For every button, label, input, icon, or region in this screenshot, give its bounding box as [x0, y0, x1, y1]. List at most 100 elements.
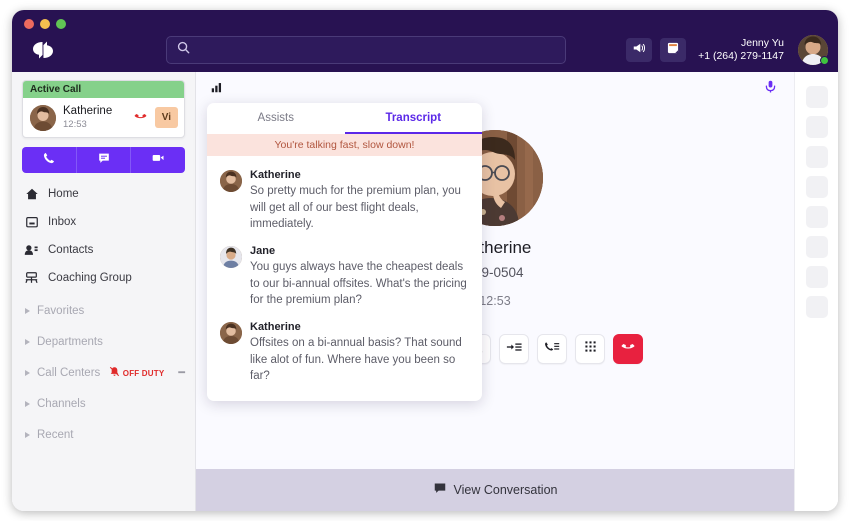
message-speaker: Jane	[250, 245, 276, 258]
speaker-avatar	[220, 246, 242, 269]
search-bar[interactable]	[166, 36, 566, 64]
inbox-icon	[24, 215, 39, 229]
maximize-window-button[interactable]	[56, 19, 66, 29]
message-text: So pretty much for the premium plan, you…	[250, 185, 461, 231]
active-call-banner: Active Call	[23, 81, 184, 98]
rail-tile[interactable]	[805, 116, 828, 138]
hangup-icon[interactable]	[133, 108, 148, 128]
megaphone-button[interactable]	[626, 38, 653, 62]
message-speaker: Katherine	[250, 169, 301, 181]
sidebar-section-favorites[interactable]: Favorites	[22, 303, 185, 319]
call-options-button[interactable]	[537, 334, 567, 364]
close-window-button[interactable]	[24, 19, 34, 29]
message-button[interactable]	[76, 147, 132, 174]
active-call-badge[interactable]: Vi	[154, 107, 178, 129]
user-phone: +1 (264) 279-1147	[698, 50, 784, 62]
view-conversation-label: View Conversation	[453, 483, 558, 497]
speech-alert-banner: You're talking fast, slow down!	[207, 134, 482, 156]
video-icon	[151, 150, 166, 170]
rail-tile[interactable]	[805, 206, 828, 228]
tab-assists[interactable]: Assists	[207, 103, 345, 134]
sidebar-item-label: Home	[48, 188, 79, 201]
sidebar-section-recent[interactable]: Recent	[22, 427, 185, 443]
microphone-icon[interactable]	[763, 79, 778, 99]
speaker-avatar	[220, 322, 242, 345]
transcript-message: Katherine So pretty much for the premium…	[220, 169, 468, 233]
main-toolbar	[196, 72, 794, 106]
chevron-right-icon	[25, 339, 30, 346]
active-call-body: Katherine 12:53 Vi	[23, 98, 184, 137]
rail-tile[interactable]	[805, 236, 828, 258]
sidebar-item-label: Coaching Group	[48, 272, 132, 285]
keypad-button[interactable]	[575, 334, 605, 364]
video-button[interactable]	[131, 147, 185, 174]
sidebar-section-call-centers[interactable]: Call Centers OFF DUTY ━	[22, 365, 185, 381]
right-rail	[794, 72, 838, 511]
chat-icon	[433, 481, 447, 500]
sidebar-section-departments[interactable]: Departments	[22, 334, 185, 350]
active-call-duration: 12:53	[63, 118, 87, 130]
sidebar-item-coaching-group[interactable]: Coaching Group	[22, 269, 185, 287]
transfer-button[interactable]	[499, 334, 529, 364]
message-icon	[97, 151, 111, 170]
body-area: Active Call Katherine 12:53 Vi Home Inbo…	[12, 72, 838, 511]
chevron-right-icon	[25, 432, 30, 439]
rail-tile[interactable]	[805, 296, 828, 318]
rail-tile[interactable]	[805, 146, 828, 168]
coaching-group-icon	[24, 271, 39, 285]
user-info[interactable]: Jenny Yu +1 (264) 279-1147	[698, 37, 784, 63]
rail-tile[interactable]	[805, 86, 828, 108]
view-conversation-button[interactable]: View Conversation	[196, 469, 794, 511]
keypad-icon	[584, 340, 597, 358]
active-call-name: Katherine	[63, 105, 113, 117]
search-icon	[177, 41, 190, 59]
message-body: Jane You guys always have the cheapest d…	[250, 245, 468, 309]
section-list: Favorites Departments Call Centers OFF D…	[22, 303, 185, 458]
search-input[interactable]	[197, 44, 555, 56]
drag-handle-icon[interactable]: ━	[178, 367, 185, 379]
transcript-tabs: Assists Transcript	[207, 103, 482, 134]
title-bar: Jenny Yu +1 (264) 279-1147	[12, 10, 838, 72]
active-call-card[interactable]: Active Call Katherine 12:53 Vi	[22, 80, 185, 139]
sidebar-section-label: Departments	[37, 336, 103, 349]
chevron-right-icon	[25, 370, 30, 377]
sidebar-section-label: Call Centers	[37, 367, 101, 380]
speaker-avatar	[220, 170, 242, 192]
phone-button[interactable]	[22, 147, 77, 174]
sidebar-item-contacts[interactable]: Contacts	[22, 241, 185, 259]
header-actions: Jenny Yu +1 (264) 279-1147	[626, 35, 829, 65]
message-body: Katherine So pretty much for the premium…	[250, 169, 468, 233]
rail-tile[interactable]	[805, 176, 828, 198]
chevron-right-icon	[25, 308, 30, 315]
transcript-message: Jane You guys always have the cheapest d…	[220, 245, 468, 309]
sidebar-item-inbox[interactable]: Inbox	[22, 213, 185, 231]
main-panel: Katherine 649-0504 12:53 REC	[196, 72, 794, 511]
sidebar-section-label: Favorites	[37, 305, 85, 318]
active-call-meta: Katherine 12:53	[63, 104, 126, 131]
avatar[interactable]	[798, 35, 829, 65]
transfer-icon	[506, 340, 522, 359]
user-name: Jenny Yu	[740, 36, 784, 49]
sidebar-item-label: Inbox	[48, 216, 77, 229]
message-text: Offsites on a bi-annual basis? That soun…	[250, 337, 462, 383]
bell-off-icon	[109, 364, 120, 382]
sidebar-section-label: Channels	[37, 398, 86, 411]
app-window: Jenny Yu +1 (264) 279-1147 Active Call K…	[12, 10, 838, 511]
minimize-window-button[interactable]	[40, 19, 50, 29]
sidebar: Active Call Katherine 12:53 Vi Home Inbo…	[12, 72, 196, 511]
off-duty-badge[interactable]: OFF DUTY	[109, 364, 165, 382]
home-icon	[24, 187, 39, 201]
tab-transcript[interactable]: Transcript	[344, 103, 482, 134]
sidebar-item-label: Contacts	[48, 244, 94, 257]
nav-list: Home Inbox Contacts Coaching Group	[22, 185, 185, 297]
rail-tile[interactable]	[805, 266, 828, 288]
end-call-button[interactable]	[613, 334, 643, 364]
notes-button[interactable]	[660, 38, 687, 62]
sidebar-item-home[interactable]: Home	[22, 185, 185, 203]
transcript-messages: Katherine So pretty much for the premium…	[207, 156, 482, 401]
signal-bars-icon[interactable]	[210, 80, 224, 99]
window-controls	[24, 19, 66, 29]
sidebar-section-channels[interactable]: Channels	[22, 396, 185, 412]
notes-icon	[666, 41, 680, 60]
quick-actions	[22, 147, 185, 174]
